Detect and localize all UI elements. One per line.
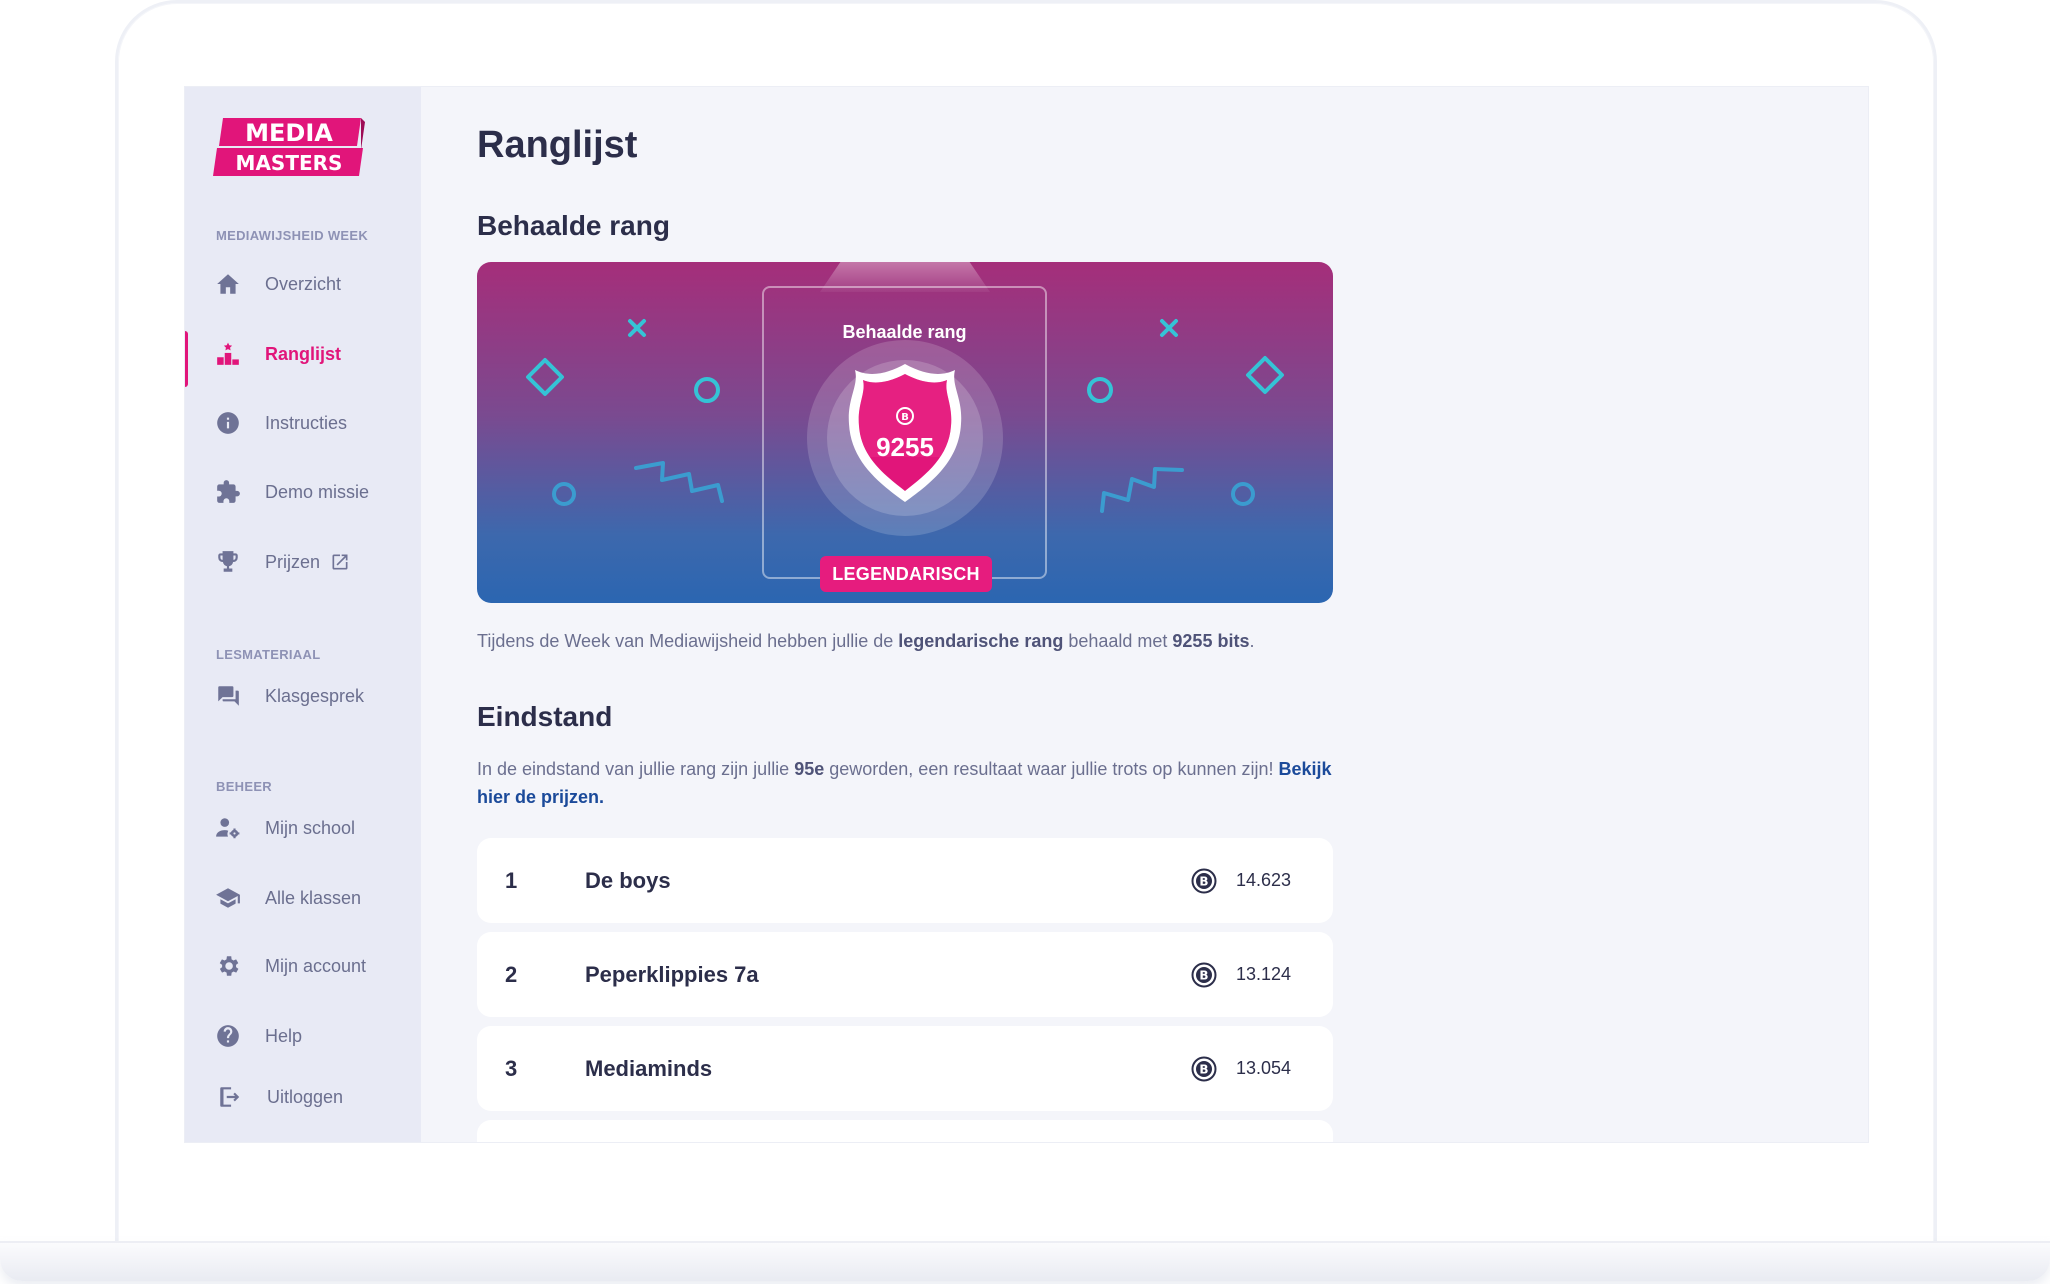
sidebar-item-label: Klasgesprek xyxy=(265,685,365,706)
row-team: Mediaminds xyxy=(585,1055,713,1081)
nav-section-beheer: BEHEER xyxy=(216,779,272,794)
sidebar-item-klasgesprek[interactable]: Klasgesprek xyxy=(185,673,421,719)
sidebar-item-instructies[interactable]: Instructies xyxy=(185,400,421,446)
svg-text:MASTERS: MASTERS xyxy=(236,151,343,175)
rank-bits-value: 9255 xyxy=(876,432,934,462)
sidebar-item-label: Mijn school xyxy=(265,817,356,838)
sidebar-item-ranglijst[interactable]: Ranglijst xyxy=(185,331,421,387)
bit-coin-icon: B xyxy=(1191,962,1217,988)
rank-name-badge: LEGENDARISCH xyxy=(820,556,992,592)
sidebar-item-label: Prijzen xyxy=(265,551,321,572)
standings-title: Eindstand xyxy=(477,701,613,732)
info-icon xyxy=(215,410,241,436)
sidebar-item-mijn-account[interactable]: Mijn account xyxy=(185,943,421,989)
table-row: 2 Peperklippies 7a B 13.124 xyxy=(477,932,1333,1017)
trophy-icon xyxy=(215,549,241,575)
help-icon xyxy=(215,1023,241,1049)
bit-coin-icon: B xyxy=(1191,1056,1217,1082)
row-score: 14.623 xyxy=(1236,870,1292,890)
rank-bits-bold: 9255 bits xyxy=(1172,631,1250,651)
podium-icon xyxy=(215,341,241,367)
svg-text:MEDIA: MEDIA xyxy=(245,119,333,147)
sidebar-item-prijzen[interactable]: Prijzen xyxy=(185,539,421,585)
sidebar-item-label: Ranglijst xyxy=(265,343,342,364)
user-gear-icon xyxy=(215,815,241,841)
row-score: 13.124 xyxy=(1236,964,1292,984)
sidebar-item-label: Alle klassen xyxy=(265,887,362,908)
sidebar: MEDIA MASTERS MEDIAWIJSHEID WEEK Overzic… xyxy=(185,87,421,1142)
bit-coin-icon: B xyxy=(1191,868,1217,894)
row-team: De boys xyxy=(585,867,671,893)
row-rank: 2 xyxy=(505,961,518,987)
nav-section-lesmateriaal: LESMATERIAAL xyxy=(216,647,321,662)
graduation-cap-icon xyxy=(215,885,241,911)
svg-text:B: B xyxy=(901,412,909,423)
puzzle-icon xyxy=(215,479,241,505)
sidebar-item-label: Instructies xyxy=(265,412,348,433)
sidebar-item-help[interactable]: Help xyxy=(185,1013,421,1059)
sidebar-item-mijn-school[interactable]: Mijn school xyxy=(185,805,421,851)
chat-icon xyxy=(215,683,241,709)
app-screen: MEDIA MASTERS MEDIAWIJSHEID WEEK Overzic… xyxy=(184,86,1869,1143)
rank-card: Behaalde rang B 9255 LEGENDARISCH xyxy=(477,262,1333,603)
sidebar-item-label: Demo missie xyxy=(265,481,370,502)
sidebar-item-label: Overzicht xyxy=(265,273,342,294)
sidebar-item-uitloggen[interactable]: Uitloggen xyxy=(185,1074,421,1120)
standings-description: In de eindstand van jullie rang zijn jul… xyxy=(477,759,1332,807)
svg-text:B: B xyxy=(1199,1063,1208,1077)
home-icon xyxy=(215,271,241,297)
sidebar-item-alle-klassen[interactable]: Alle klassen xyxy=(185,875,421,921)
sidebar-item-overzicht[interactable]: Overzicht xyxy=(185,261,421,307)
laptop-base xyxy=(0,1241,2050,1281)
main-content: Ranglijst Behaalde rang Behaalde rang B … xyxy=(477,87,1857,1142)
external-link-icon xyxy=(330,552,350,572)
row-team: Peperklippies 7a xyxy=(585,961,759,987)
table-row: 1 De boys B 14.623 xyxy=(477,838,1333,923)
sidebar-item-label: Mijn account xyxy=(265,955,367,976)
svg-text:B: B xyxy=(1199,969,1208,983)
rank-shield: B 9255 xyxy=(807,340,1003,536)
table-row-partial xyxy=(477,1120,1333,1142)
place-bold: 95e xyxy=(794,759,825,779)
svg-text:B: B xyxy=(1199,875,1208,889)
media-masters-logo[interactable]: MEDIA MASTERS xyxy=(213,114,365,180)
rank-name-bold: legendarische rang xyxy=(898,631,1064,651)
sidebar-item-label: Help xyxy=(265,1025,303,1046)
sidebar-item-demo-missie[interactable]: Demo missie xyxy=(185,469,421,515)
table-row: 3 Mediaminds B 13.054 xyxy=(477,1026,1333,1111)
row-rank: 3 xyxy=(505,1055,518,1081)
nav-section-mediawijsheid: MEDIAWIJSHEID WEEK xyxy=(216,228,369,243)
row-score: 13.054 xyxy=(1236,1058,1292,1078)
rank-section-title: Behaalde rang xyxy=(477,210,670,241)
rank-description: Tijdens de Week van Mediawijsheid hebben… xyxy=(477,631,1255,651)
page-title: Ranglijst xyxy=(477,124,638,166)
sidebar-item-label: Uitloggen xyxy=(267,1086,344,1107)
gear-icon xyxy=(215,953,241,979)
logout-icon xyxy=(217,1084,243,1110)
row-rank: 1 xyxy=(505,867,518,893)
